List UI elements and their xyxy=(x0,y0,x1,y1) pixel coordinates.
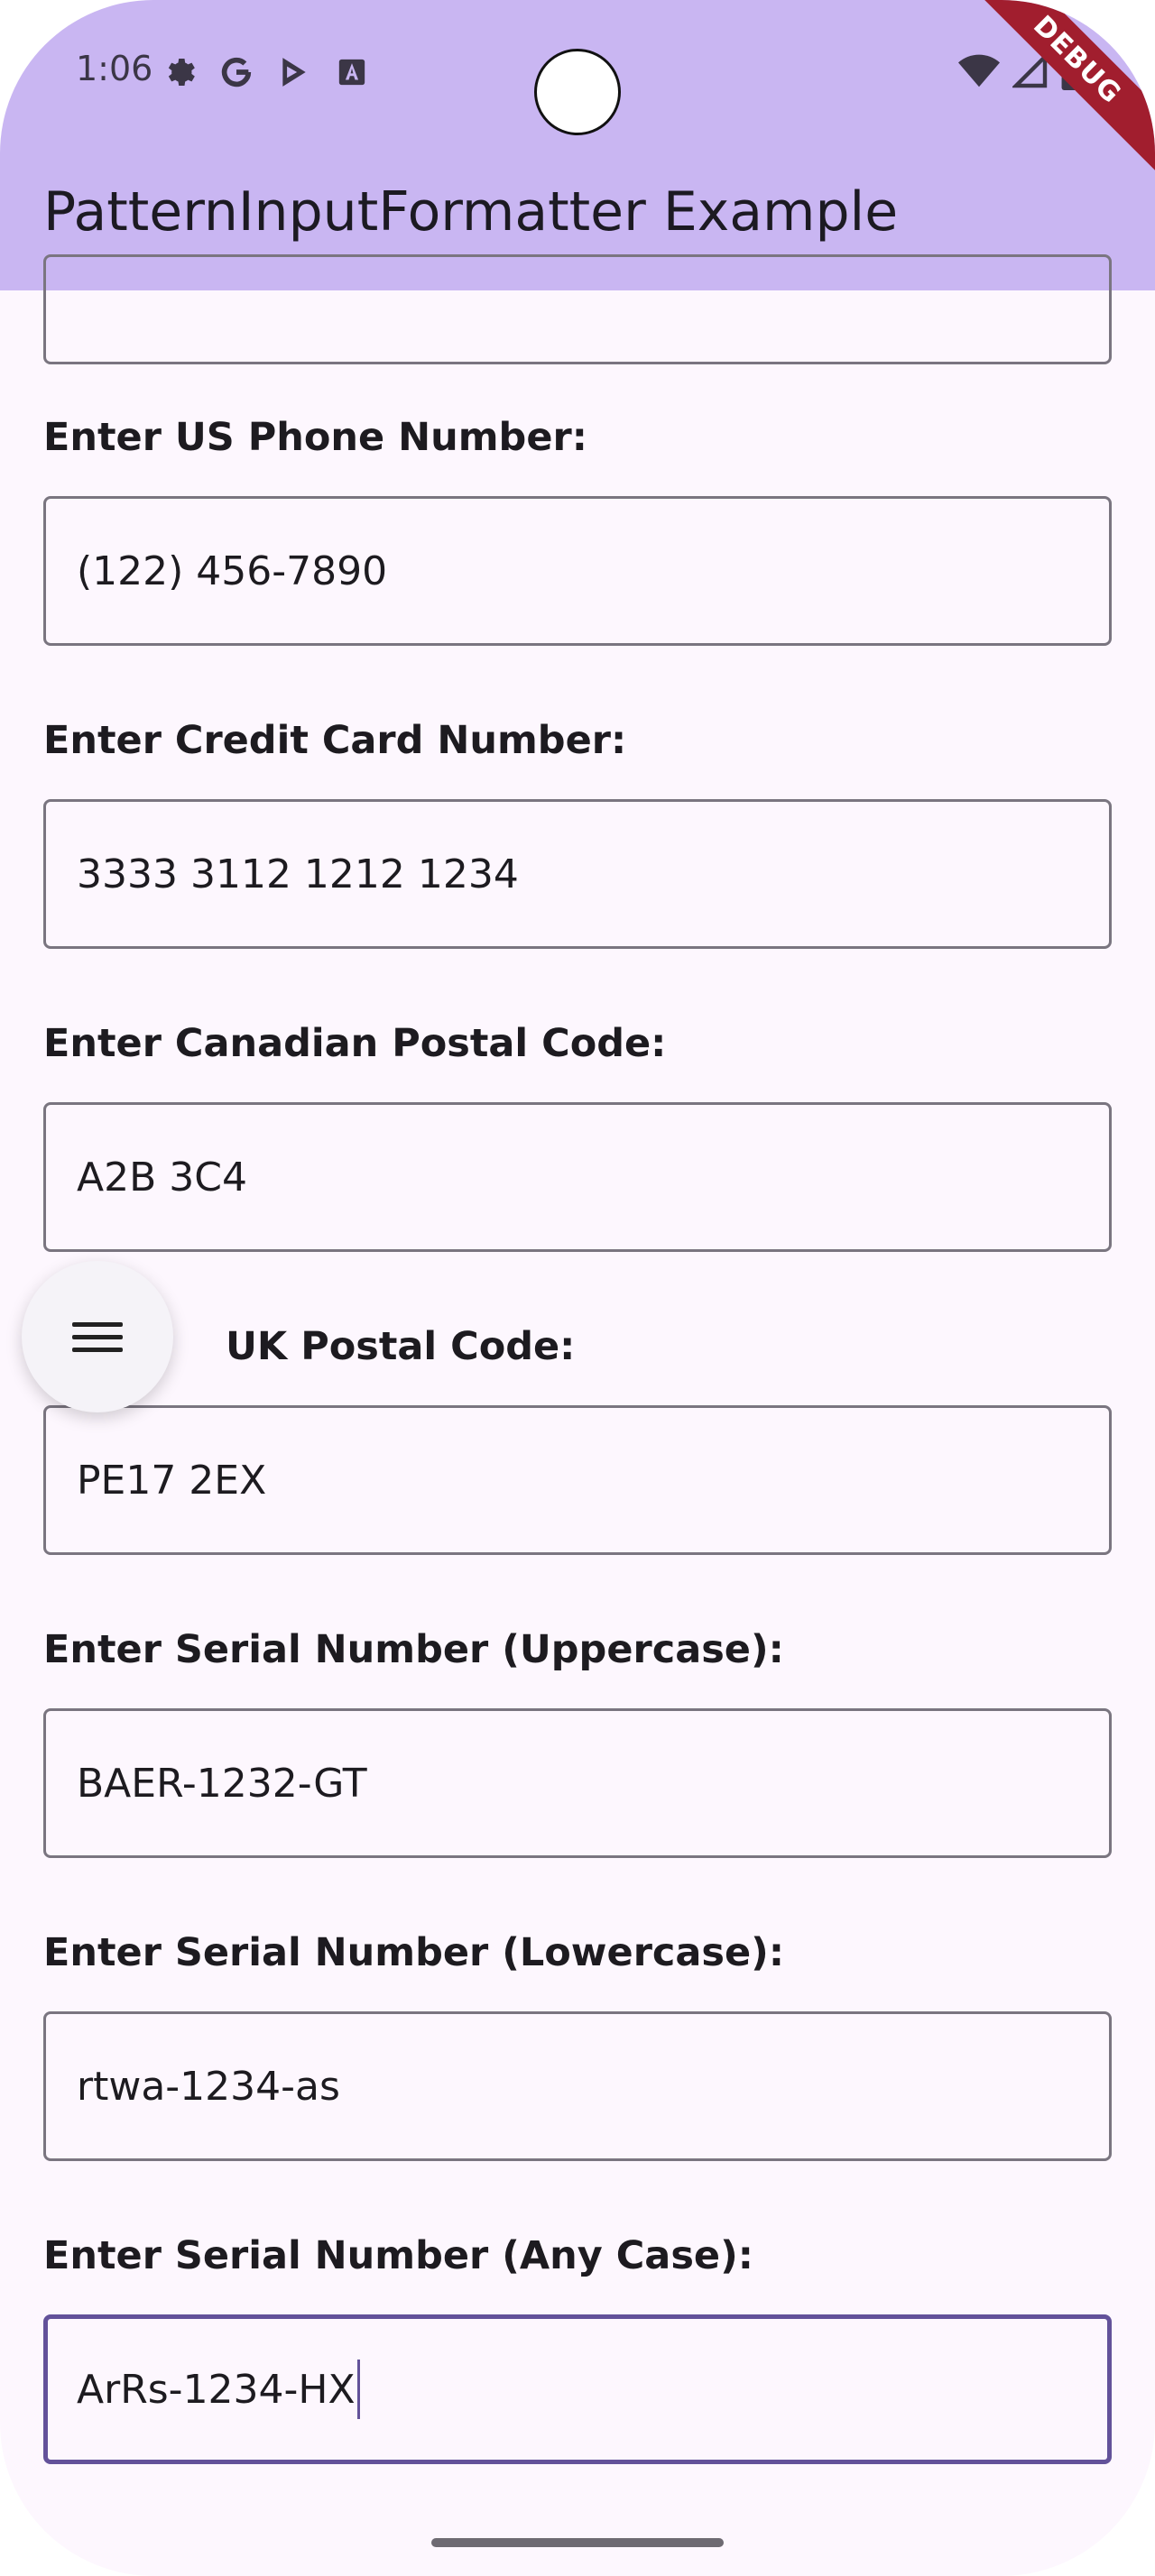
serial-anycase-input[interactable]: ArRs-1234-HX xyxy=(43,2314,1112,2464)
field-uk-postal: UK Postal Code: PE17 2EX xyxy=(43,1317,1112,1555)
field-label: Enter Credit Card Number: xyxy=(43,718,627,763)
field-serial-lower: Enter Serial Number (Lowercase): rtwa-12… xyxy=(43,1923,1112,2161)
google-icon xyxy=(217,52,256,92)
field-canadian-postal: Enter Canadian Postal Code: A2B 3C4 xyxy=(43,1014,1112,1252)
serial-uppercase-input[interactable]: BAER-1232-GT xyxy=(43,1708,1112,1858)
form-scroll-area[interactable]: Enter US Phone Number: (122) 456-7890 En… xyxy=(0,254,1155,2576)
field-serial-upper: Enter Serial Number (Uppercase): BAER-12… xyxy=(43,1620,1112,1858)
status-time: 1:06 xyxy=(76,49,153,88)
partial-text-field[interactable] xyxy=(43,254,1112,364)
menu-icon xyxy=(72,1321,123,1327)
field-label: Enter Serial Number (Lowercase): xyxy=(43,1930,785,1975)
field-label: UK Postal Code: xyxy=(226,1324,576,1369)
text-cursor xyxy=(356,2360,360,2419)
status-left-icons xyxy=(159,52,372,92)
menu-button[interactable] xyxy=(22,1261,173,1412)
serial-lowercase-input[interactable]: rtwa-1234-as xyxy=(43,2011,1112,2161)
field-label: Enter Canadian Postal Code: xyxy=(43,1021,667,1066)
home-indicator[interactable] xyxy=(431,2538,724,2547)
play-store-icon xyxy=(274,52,314,92)
app-bar: 1:06 DEBUG PatternInputFormatter Example xyxy=(0,0,1155,290)
camera-cutout xyxy=(534,49,621,135)
field-serial-any: Enter Serial Number (Any Case): ArRs-123… xyxy=(43,2226,1112,2464)
credit-card-input[interactable]: 3333 3112 1212 1234 xyxy=(43,799,1112,949)
field-us-phone: Enter US Phone Number: (122) 456-7890 xyxy=(43,408,1112,646)
field-label: Enter Serial Number (Uppercase): xyxy=(43,1627,784,1672)
field-credit-card: Enter Credit Card Number: 3333 3112 1212… xyxy=(43,711,1112,949)
serial-anycase-value: ArRs-1234-HX xyxy=(77,2366,356,2413)
wifi-icon xyxy=(958,53,1000,94)
us-phone-input[interactable]: (122) 456-7890 xyxy=(43,496,1112,646)
canadian-postal-input[interactable]: A2B 3C4 xyxy=(43,1102,1112,1252)
field-label: Enter Serial Number (Any Case): xyxy=(43,2233,753,2278)
gear-icon xyxy=(159,52,199,92)
phone-screen: 1:06 DEBUG PatternInputFormatter Example… xyxy=(0,0,1155,2576)
text-a-icon xyxy=(332,52,372,92)
field-label: Enter US Phone Number: xyxy=(43,415,587,460)
uk-postal-input[interactable]: PE17 2EX xyxy=(43,1405,1112,1555)
page-title: PatternInputFormatter Example xyxy=(43,180,899,244)
